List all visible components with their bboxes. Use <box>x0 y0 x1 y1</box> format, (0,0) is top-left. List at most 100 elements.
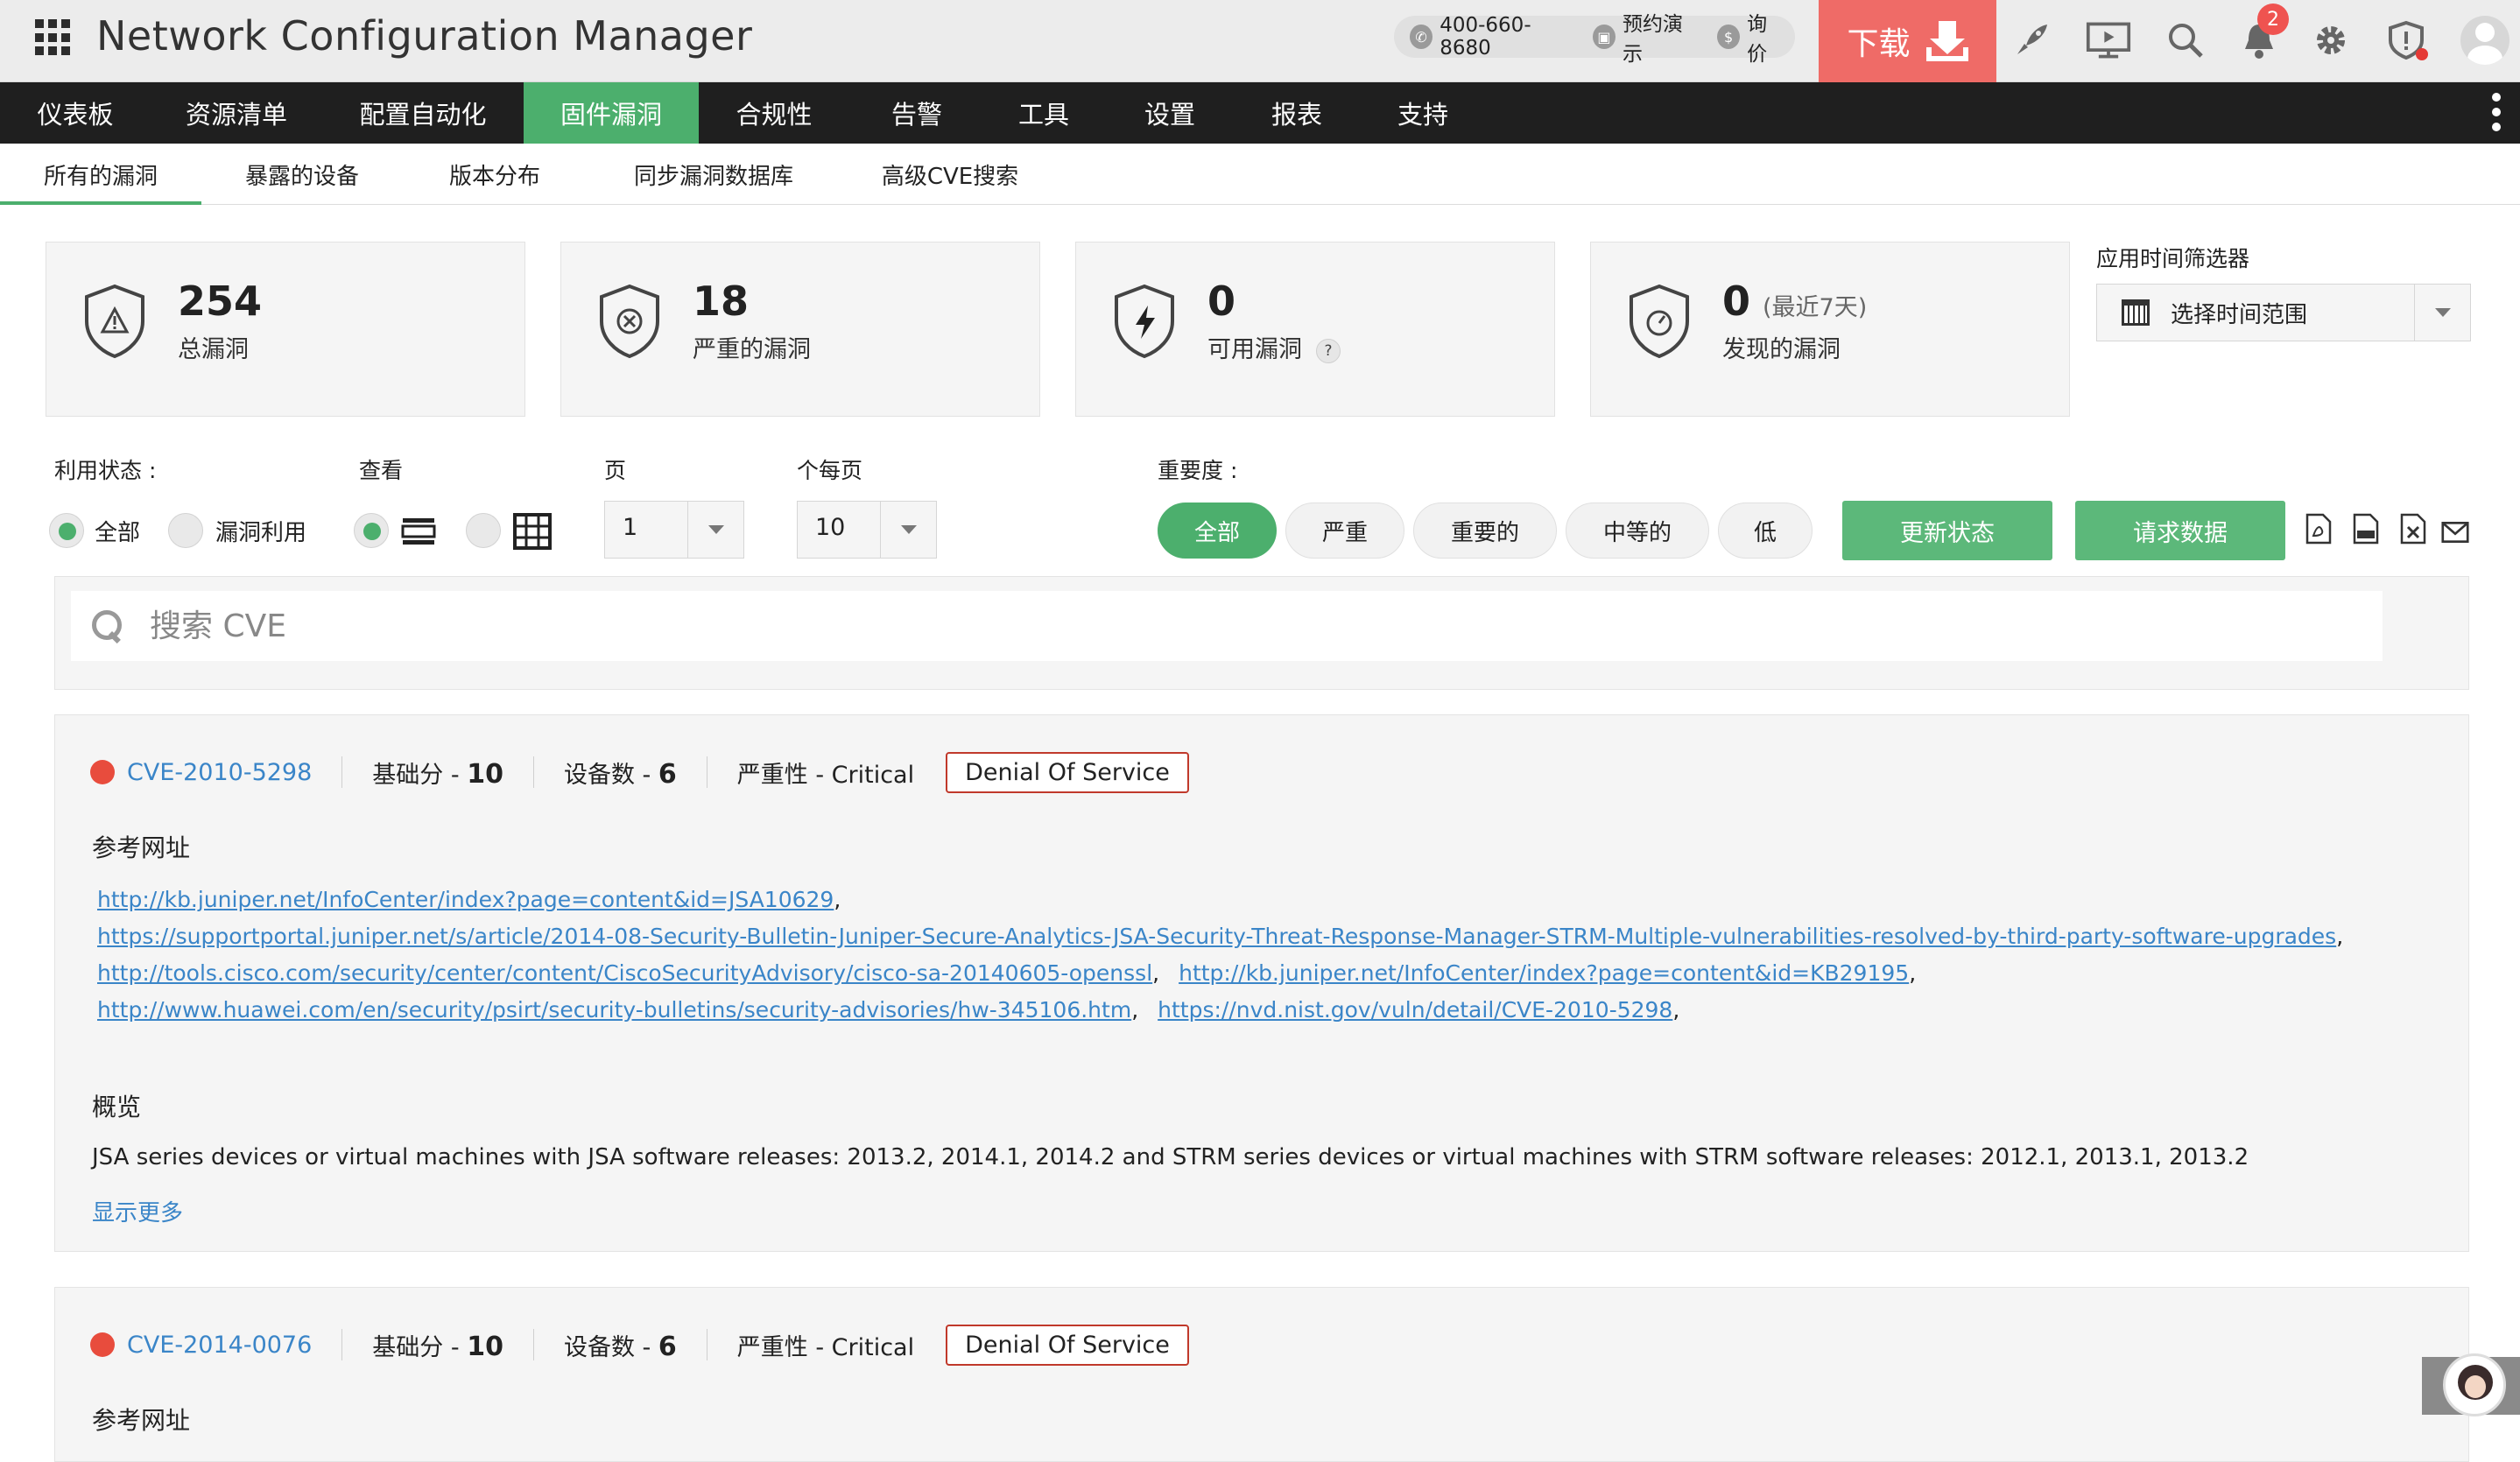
stat-value: 254 <box>178 278 263 325</box>
per-page-label: 个每页 <box>797 458 863 483</box>
radio-exploit-used[interactable] <box>168 513 203 548</box>
reference-link[interactable]: https://nvd.nist.gov/vuln/detail/CVE-201… <box>1158 997 1672 1023</box>
nav-tools[interactable]: 工具 <box>984 82 1103 144</box>
stat-label: 发现的漏洞 <box>1722 336 1841 363</box>
reference-link[interactable]: http://www.huawei.com/en/security/psirt/… <box>97 997 1131 1023</box>
request-data-button[interactable]: 请求数据 <box>2075 501 2285 560</box>
demo-icon: ▣ <box>1592 25 1615 49</box>
nav-alerts[interactable]: 告警 <box>849 82 984 144</box>
shield-x-icon <box>600 284 659 359</box>
chevron-down-icon <box>687 502 743 558</box>
shield-warning-icon <box>85 284 144 359</box>
chat-agent-avatar[interactable] <box>2443 1353 2506 1416</box>
exploit-status-label: 利用状态 : <box>54 458 157 483</box>
nav-firmware-vulnerabilities[interactable]: 固件漏洞 <box>524 82 699 144</box>
cve-id-link[interactable]: CVE-2014-0076 <box>127 1332 312 1359</box>
shield-bolt-icon <box>1115 284 1174 359</box>
chevron-down-icon <box>880 502 936 558</box>
severity-all-button[interactable]: 全部 <box>1158 503 1277 559</box>
stat-card-discovered[interactable]: 0 (最近7天) 发现的漏洞 <box>1590 242 2070 417</box>
main-nav: 仪表板 资源清单 配置自动化 固件漏洞 合规性 告警 工具 设置 报表 支持 <box>0 82 2520 144</box>
stat-card-total[interactable]: 254 总漏洞 <box>46 242 525 417</box>
severity-label: 重要度 : <box>1158 458 1238 483</box>
radio-exploit-used-label: 漏洞利用 <box>215 520 307 546</box>
cve-card: CVE-2010-5298 基础分 - 10 设备数 - 6 严重性 - Cri… <box>54 714 2469 1252</box>
cve-header: CVE-2014-0076 基础分 - 10 设备数 - 6 严重性 - Cri… <box>90 1323 1189 1367</box>
download-icon <box>1925 21 1968 61</box>
radio-view-list[interactable] <box>354 513 389 548</box>
search-panel <box>54 576 2469 690</box>
cve-header: CVE-2010-5298 基础分 - 10 设备数 - 6 严重性 - Cri… <box>90 750 1189 794</box>
view-label: 查看 <box>359 458 404 483</box>
update-status-button[interactable]: 更新状态 <box>1842 501 2052 560</box>
chevron-down-icon <box>2414 285 2470 341</box>
shield-alert-icon[interactable] <box>2385 18 2431 63</box>
severity-text: 严重性 - Critical <box>736 1333 915 1361</box>
price-link[interactable]: $ 询价 <box>1717 7 1784 67</box>
tab-all-vulnerabilities[interactable]: 所有的漏洞 <box>0 144 201 206</box>
tab-advanced-cve-search[interactable]: 高级CVE搜索 <box>841 144 1059 205</box>
tab-exposed-devices[interactable]: 暴露的设备 <box>201 144 403 205</box>
nav-settings[interactable]: 设置 <box>1103 82 1236 144</box>
stat-label: 可用漏洞? <box>1207 330 1341 364</box>
avatar[interactable] <box>2460 16 2509 65</box>
sub-nav: 所有的漏洞 暴露的设备 版本分布 同步漏洞数据库 高级CVE搜索 <box>0 144 2520 206</box>
page-label: 页 <box>604 458 627 483</box>
presentation-icon[interactable] <box>2086 18 2131 63</box>
time-range-select[interactable]: 选择时间范围 <box>2096 284 2471 341</box>
app-grid-icon[interactable] <box>35 19 72 56</box>
radio-view-grid[interactable] <box>466 513 501 548</box>
nav-reports[interactable]: 报表 <box>1236 82 1357 144</box>
reference-links: http://kb.juniper.net/InfoCenter/index?p… <box>97 887 2344 1023</box>
references-title: 参考网址 <box>92 833 191 862</box>
severity-dot <box>90 1332 115 1357</box>
reference-link[interactable]: http://kb.juniper.net/InfoCenter/index?p… <box>97 887 834 912</box>
excel-export-icon[interactable] <box>2399 513 2427 545</box>
download-button[interactable]: 下载 <box>1819 0 1996 82</box>
nav-compliance[interactable]: 合规性 <box>699 82 849 144</box>
stat-value: 0 (最近7天) <box>1722 278 1868 325</box>
severity-text: 严重性 - Critical <box>736 761 915 789</box>
nav-inventory[interactable]: 资源清单 <box>151 82 322 144</box>
demo-link[interactable]: ▣ 预约演示 <box>1592 7 1698 67</box>
gear-icon[interactable] <box>2308 18 2354 63</box>
email-export-icon[interactable] <box>2441 517 2469 548</box>
pdf-export-icon[interactable] <box>2305 513 2333 545</box>
show-more-link[interactable]: 显示更多 <box>92 1195 183 1227</box>
phone-link[interactable]: ✆ 400-660-8680 <box>1410 14 1573 60</box>
per-page-select[interactable]: 10 <box>797 501 937 559</box>
calendar-icon <box>2122 299 2150 326</box>
list-view-icon[interactable] <box>401 517 436 546</box>
vulnerability-type-tag: Denial Of Service <box>946 751 1189 793</box>
tab-sync-database[interactable]: 同步漏洞数据库 <box>587 144 841 205</box>
cve-id-link[interactable]: CVE-2010-5298 <box>127 759 312 786</box>
nav-support[interactable]: 支持 <box>1357 82 1489 144</box>
severity-low-button[interactable]: 低 <box>1718 503 1813 559</box>
rocket-icon[interactable] <box>2009 18 2054 63</box>
nav-dashboard[interactable]: 仪表板 <box>0 82 151 144</box>
radio-exploit-all[interactable] <box>49 513 84 548</box>
nav-config-automation[interactable]: 配置自动化 <box>322 82 524 144</box>
notification-badge: 2 <box>2257 4 2289 35</box>
page-select[interactable]: 1 <box>604 501 744 559</box>
more-menu-icon[interactable] <box>2492 93 2502 131</box>
search-icon[interactable] <box>2163 18 2208 63</box>
cve-card: CVE-2014-0076 基础分 - 10 设备数 - 6 严重性 - Cri… <box>54 1287 2469 1462</box>
reference-link[interactable]: https://supportportal.juniper.net/s/arti… <box>97 924 2336 949</box>
csv-export-icon[interactable] <box>2352 513 2380 545</box>
reference-link[interactable]: http://kb.juniper.net/InfoCenter/index?p… <box>1179 960 1909 986</box>
vulnerability-type-tag: Denial Of Service <box>946 1324 1189 1366</box>
search-cve-input[interactable] <box>148 607 2249 645</box>
search-icon <box>92 610 123 642</box>
severity-medium-button[interactable]: 中等的 <box>1566 503 1709 559</box>
stat-value: 18 <box>693 278 750 325</box>
severity-critical-button[interactable]: 严重 <box>1285 503 1404 559</box>
reference-link[interactable]: http://tools.cisco.com/security/center/c… <box>97 960 1152 986</box>
stat-label: 总漏洞 <box>178 336 249 363</box>
table-view-icon[interactable] <box>513 513 552 550</box>
tab-version-distribution[interactable]: 版本分布 <box>403 144 587 205</box>
stat-card-critical[interactable]: 18 严重的漏洞 <box>560 242 1040 417</box>
stat-card-exploitable[interactable]: 0 可用漏洞? <box>1075 242 1555 417</box>
severity-important-button[interactable]: 重要的 <box>1413 503 1557 559</box>
help-icon[interactable]: ? <box>1316 338 1341 363</box>
